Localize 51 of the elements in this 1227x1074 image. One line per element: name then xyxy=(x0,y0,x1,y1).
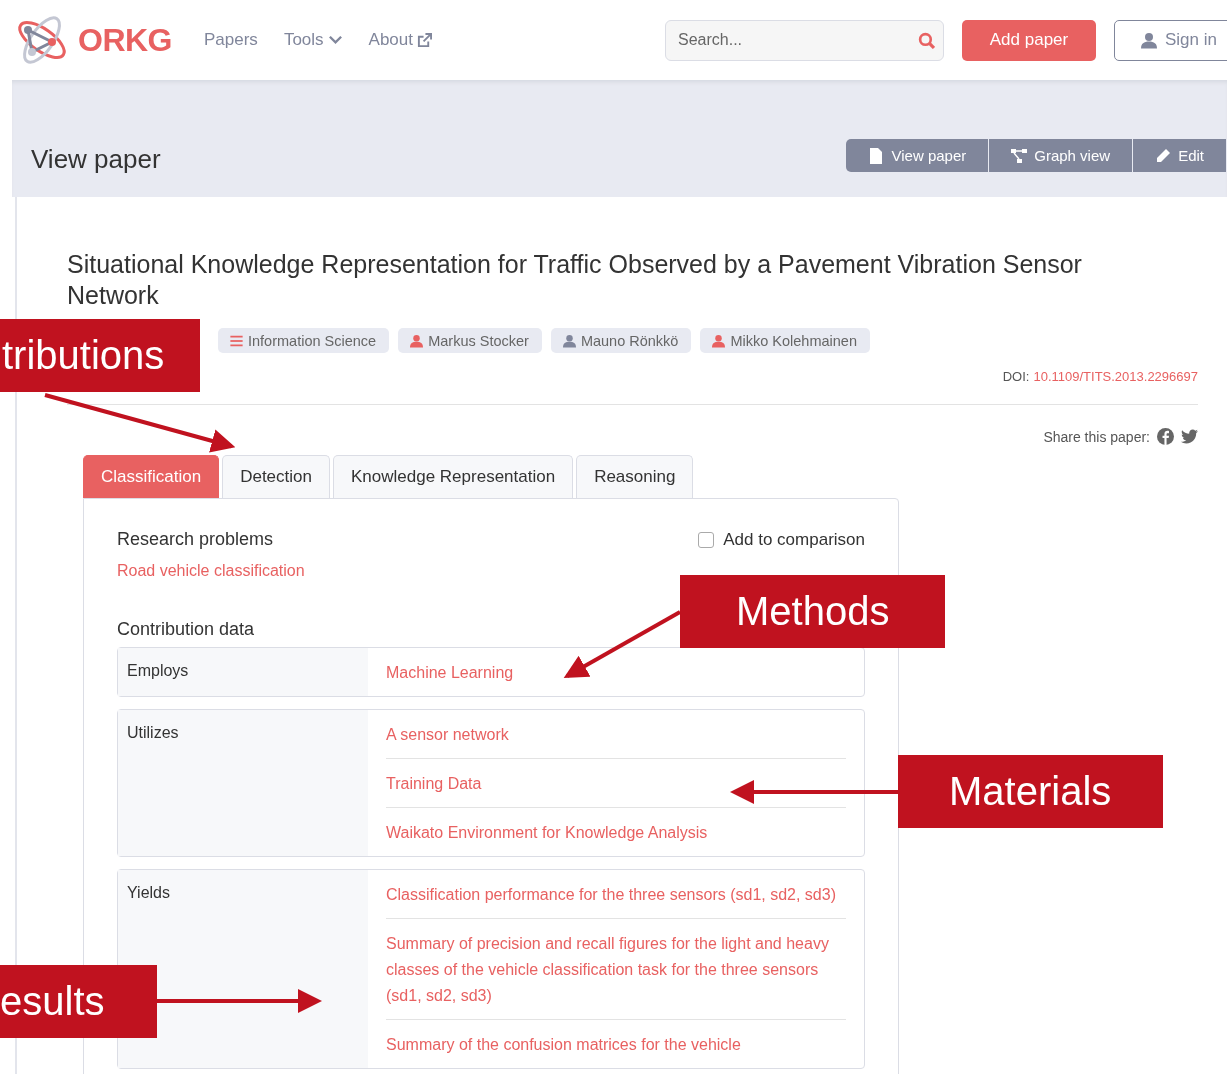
property-label: Yields xyxy=(118,870,368,1068)
author-chip[interactable]: Mikko Kolehmainen xyxy=(700,328,870,353)
view-paper-button[interactable]: View paper xyxy=(846,139,990,172)
page-title: View paper xyxy=(31,144,161,175)
sign-in-button[interactable]: Sign in xyxy=(1114,19,1227,61)
search-icon[interactable] xyxy=(918,31,935,49)
facebook-icon[interactable] xyxy=(1157,428,1174,445)
property-value-link[interactable]: Summary of precision and recall figures for the light and heavy classes of the vehicle classification task for the three sensors (sd1, sd2, sd3) xyxy=(386,919,846,1020)
file-icon xyxy=(868,147,885,164)
nav-link[interactable]: Papers xyxy=(204,30,258,50)
doi-label: DOI: xyxy=(1002,369,1030,384)
graph-view-button[interactable]: Graph view xyxy=(989,139,1134,172)
logo-text[interactable]: ORKG xyxy=(78,21,172,59)
add-paper-button[interactable]: Add paper xyxy=(962,19,1096,61)
section-heading: Contribution data xyxy=(117,619,256,640)
property-value-link[interactable]: A sensor network xyxy=(386,710,846,759)
nav-link[interactable]: About xyxy=(368,30,432,50)
section-heading: Research problems xyxy=(117,529,274,550)
property-label: Utilizes xyxy=(118,710,368,856)
tab[interactable]: Knowledge Representation xyxy=(333,455,574,498)
tab[interactable]: Reasoning xyxy=(576,455,694,498)
search-field[interactable]: Search... xyxy=(665,19,944,61)
list-icon xyxy=(230,333,243,348)
property-value-link[interactable]: Classification performance for the three sensors (sd1, sd2, sd3) xyxy=(386,870,846,919)
external-link-icon xyxy=(417,32,432,48)
property-value-link[interactable]: Summary of the confusion matrices for the vehicle xyxy=(386,1020,846,1068)
tab[interactable]: Detection xyxy=(222,455,330,498)
paper-title: Situational Knowledge Representation for Traffic Observed by a Pavement Vibration Sensor Network xyxy=(67,249,1083,311)
research-problem-link[interactable]: Road vehicle classification xyxy=(117,562,305,580)
user-icon xyxy=(1141,31,1157,49)
callout-label: Methods xyxy=(680,575,945,648)
property-value-link[interactable]: Waikato Environment for Knowledge Analysis xyxy=(386,808,846,856)
tab[interactable]: Classification xyxy=(83,455,220,498)
author-chip[interactable]: Mauno Rönkkö xyxy=(550,328,692,353)
property-label: Employs xyxy=(118,648,368,696)
graph-icon xyxy=(1011,147,1028,164)
callout-label: tributions xyxy=(0,319,200,392)
checkbox-label: Add to comparison xyxy=(723,529,865,550)
doi-link[interactable]: 10.1109/TITS.2013.2296697 xyxy=(1033,369,1198,384)
callout-label: esults xyxy=(0,965,157,1038)
research-field-chip[interactable]: Information Science xyxy=(218,328,390,353)
edit-button[interactable]: Edit xyxy=(1133,139,1227,172)
share-label: Share this paper: xyxy=(1043,428,1150,445)
property-value-link[interactable]: Machine Learning xyxy=(386,648,846,696)
checkbox[interactable] xyxy=(698,531,715,548)
author-chip[interactable]: Markus Stocker xyxy=(398,328,542,353)
twitter-icon[interactable] xyxy=(1181,428,1198,445)
nav-link[interactable]: Tools xyxy=(283,30,343,50)
callout-label: Materials xyxy=(898,755,1163,828)
property-value-link[interactable]: Training Data xyxy=(386,759,846,808)
pencil-icon xyxy=(1155,147,1172,164)
